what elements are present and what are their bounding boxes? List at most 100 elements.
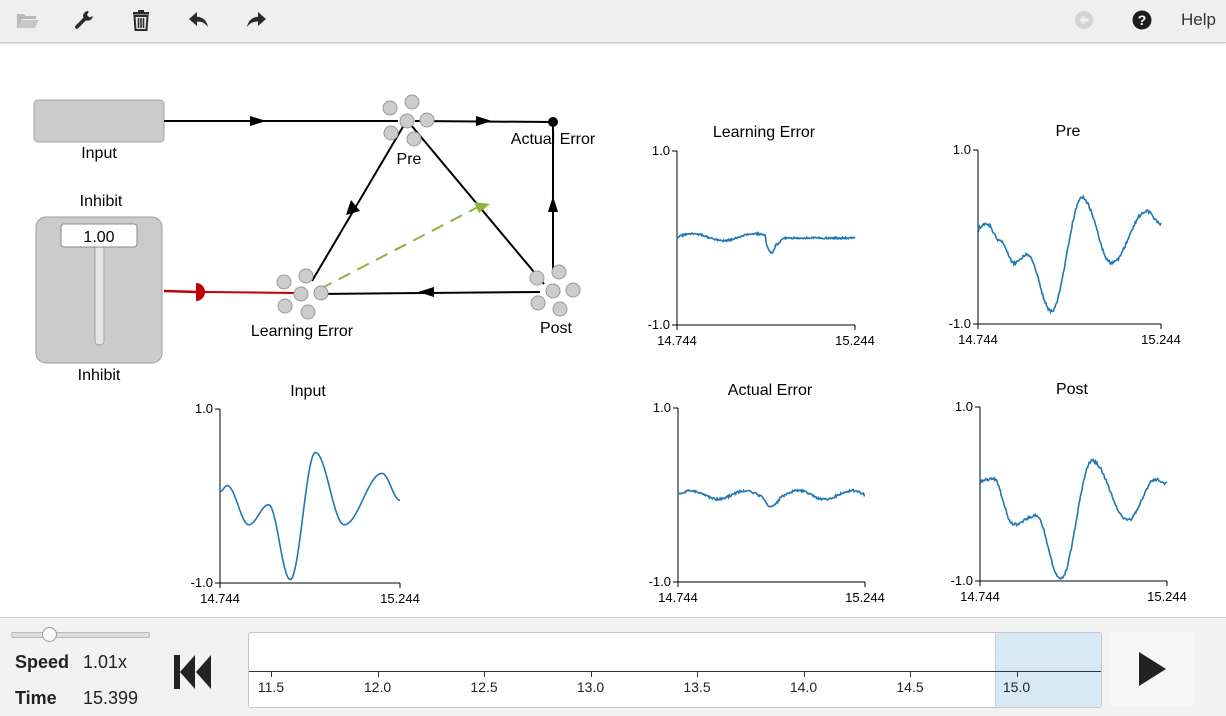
time-value: 15.399 xyxy=(83,688,138,709)
plot-ymin-label: -1.0 xyxy=(191,575,213,590)
plot-ymin-label: -1.0 xyxy=(649,574,671,589)
timeline-tick-label: 12.5 xyxy=(464,679,504,695)
back-button[interactable] xyxy=(1068,6,1100,34)
pre-to-actual-error-arrow xyxy=(476,116,492,126)
reset-button[interactable] xyxy=(168,648,216,696)
plot-pre[interactable]: Pre 1.0 -1.014.744 15.244 xyxy=(949,123,1181,347)
timeline-tick-label: 13.0 xyxy=(571,679,611,695)
plot-trace xyxy=(677,233,855,253)
actual-error-label: Actual Error xyxy=(511,131,596,148)
learning-connection-line[interactable] xyxy=(320,207,478,289)
timeline-tick-label: 11.5 xyxy=(251,679,291,695)
pre-to-learning-error-line[interactable] xyxy=(312,125,404,281)
plot-ymax-label: 1.0 xyxy=(195,401,213,416)
speed-value: 1.01x xyxy=(83,652,127,673)
undo-icon xyxy=(188,10,210,30)
redo-icon xyxy=(245,10,267,30)
plot-title: Learning Error xyxy=(713,124,816,141)
timeline-tick xyxy=(804,671,805,677)
plot-ymin-label: -1.0 xyxy=(949,316,971,331)
network-svg: Input Inhibit 1.00 Inhibit Pre Actual Er… xyxy=(0,43,1226,617)
toolbar: ? Help xyxy=(0,0,1226,43)
plot-xmin-label: 14.744 xyxy=(200,591,240,606)
plot-xmax-label: 15.244 xyxy=(1141,332,1181,347)
timeline-view-window[interactable] xyxy=(995,633,1102,707)
help-link[interactable]: Help xyxy=(1181,10,1216,30)
network-canvas: Input Inhibit 1.00 Inhibit Pre Actual Er… xyxy=(0,43,1226,617)
plot-trace xyxy=(220,453,400,580)
plot-title: Post xyxy=(1056,381,1089,398)
learning-error-ensemble[interactable] xyxy=(277,269,328,319)
plot-learning-error[interactable]: Learning Error 1.0 -1.014.744 15.244 xyxy=(648,124,875,348)
plot-ymin-label: -1.0 xyxy=(951,573,973,588)
open-button[interactable] xyxy=(12,6,44,34)
plot-input[interactable]: Input 1.0 -1.014.744 15.244 xyxy=(191,383,420,606)
plot-xmin-label: 14.744 xyxy=(657,333,697,348)
speed-label: Speed xyxy=(15,652,69,673)
settings-button[interactable] xyxy=(68,6,100,34)
plot-ymin-label: -1.0 xyxy=(648,317,670,332)
post-to-actual-error-arrow xyxy=(548,196,558,212)
timeline-tick xyxy=(484,671,485,677)
plot-ymax-label: 1.0 xyxy=(652,143,670,158)
wrench-icon xyxy=(73,9,95,31)
timeline-tick xyxy=(378,671,379,677)
input-node[interactable] xyxy=(34,100,164,142)
timeline-tick-label: 14.0 xyxy=(784,679,824,695)
inhibit-label: Inhibit xyxy=(78,367,121,384)
plot-actual-error[interactable]: Actual Error 1.0 -1.014.744 15.244 xyxy=(649,382,885,605)
help-icon-button[interactable]: ? xyxy=(1126,6,1158,34)
timeline-tick-label: 13.5 xyxy=(677,679,717,695)
redo-button[interactable] xyxy=(240,6,272,34)
inhibit-title: Inhibit xyxy=(80,193,123,210)
time-label: Time xyxy=(15,688,57,709)
delete-button[interactable] xyxy=(125,6,157,34)
plot-xmin-label: 14.744 xyxy=(960,589,1000,604)
connections xyxy=(164,116,558,301)
sim-controls: Speed 1.01x Time 15.399 11.5 12.0 12.5 13.0… xyxy=(0,617,1226,716)
back-circle-icon xyxy=(1074,10,1094,30)
actual-error-node[interactable] xyxy=(548,117,558,127)
plot-post[interactable]: Post 1.0 -1.014.744 15.244 xyxy=(951,381,1187,604)
svg-text:?: ? xyxy=(1138,12,1147,28)
plot-xmin-label: 14.744 xyxy=(658,590,698,605)
folder-open-icon xyxy=(16,10,40,30)
timeline-tick-label: 12.0 xyxy=(358,679,398,695)
inhibit-connection-end xyxy=(196,283,205,301)
plot-trace xyxy=(678,490,865,507)
inhibit-slider-track[interactable] xyxy=(95,244,104,345)
timeline[interactable]: 11.5 12.0 12.5 13.0 13.5 14.0 14.5 15.0 xyxy=(248,632,1102,708)
plot-xmax-label: 15.244 xyxy=(1147,589,1187,604)
timeline-tick xyxy=(697,671,698,677)
play-button[interactable] xyxy=(1110,632,1194,706)
plot-trace xyxy=(980,460,1167,579)
help-circle-icon: ? xyxy=(1132,10,1152,30)
plot-title: Input xyxy=(290,383,326,400)
timeline-tick-label: 14.5 xyxy=(890,679,930,695)
plot-title: Pre xyxy=(1056,123,1081,140)
trash-icon xyxy=(131,9,151,31)
pre-label: Pre xyxy=(397,151,422,168)
plot-xmax-label: 15.244 xyxy=(835,333,875,348)
plot-title: Actual Error xyxy=(728,382,813,399)
post-ensemble[interactable] xyxy=(530,265,580,316)
plot-xmax-label: 15.244 xyxy=(845,590,885,605)
plot-xmin-label: 14.744 xyxy=(958,332,998,347)
play-icon xyxy=(1137,651,1167,687)
speed-slider-thumb[interactable] xyxy=(42,627,57,642)
plot-ymax-label: 1.0 xyxy=(953,142,971,157)
timeline-tick xyxy=(271,671,272,677)
input-to-pre-arrow xyxy=(250,116,266,126)
undo-button[interactable] xyxy=(183,6,215,34)
inhibit-connection-line[interactable] xyxy=(164,291,198,292)
plot-ymax-label: 1.0 xyxy=(653,400,671,415)
plot-xmax-label: 15.244 xyxy=(380,591,420,606)
learning-error-label: Learning Error xyxy=(251,323,354,340)
timeline-tick-label: 15.0 xyxy=(997,679,1037,695)
timeline-tick xyxy=(591,671,592,677)
inhibit-connection-line-2[interactable] xyxy=(204,292,296,293)
plot-ymax-label: 1.0 xyxy=(955,399,973,414)
input-node-label: Input xyxy=(81,145,117,162)
plot-trace xyxy=(978,197,1161,313)
speed-slider[interactable] xyxy=(11,632,150,638)
